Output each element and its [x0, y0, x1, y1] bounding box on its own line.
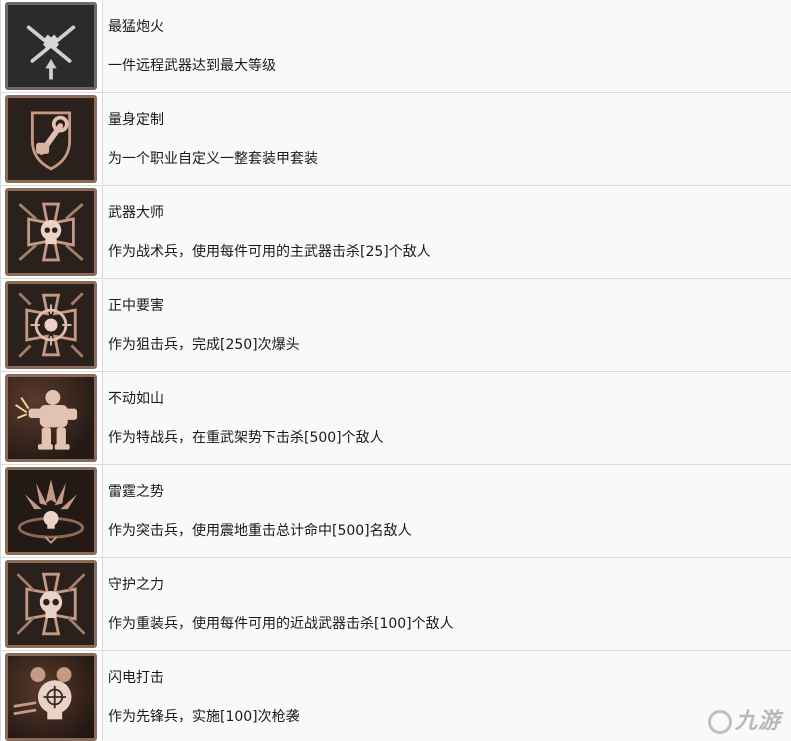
achievement-table: 最猛炮火 一件远程武器达到最大等级 量身定制 为一个职业自定义一整套装甲套装 武…	[0, 0, 791, 741]
achievement-title: 最猛炮火	[108, 19, 164, 35]
skull-cross-weapons-icon	[5, 188, 97, 276]
achievement-description: 为一个职业自定义一整套装甲套装	[108, 151, 318, 167]
wrench-shield-icon	[5, 95, 97, 183]
text-cell: 最猛炮火 一件远程武器达到最大等级	[108, 0, 791, 92]
achievement-description: 作为战术兵，使用每件可用的主武器击杀[25]个敌人	[108, 244, 431, 260]
crosshair-skull-icon	[5, 281, 97, 369]
icon-cell	[1, 465, 103, 557]
jiuyou-logo-icon	[707, 710, 732, 734]
achievement-description: 作为突击兵，使用震地重击总计命中[500]名敌人	[108, 523, 412, 539]
crossed-guns-icon	[5, 2, 97, 90]
skull-cross-melee-icon	[5, 560, 97, 648]
achievement-title: 正中要害	[108, 298, 164, 314]
achievement-title: 闪电打击	[108, 670, 164, 686]
text-cell: 量身定制 为一个职业自定义一整套装甲套装	[108, 93, 791, 185]
icon-cell	[1, 0, 103, 92]
skull-target-icon	[5, 653, 97, 741]
icon-cell	[1, 558, 103, 650]
achievement-title: 量身定制	[108, 112, 164, 128]
achievement-title: 武器大师	[108, 205, 164, 221]
achievement-row: 雷霆之势 作为突击兵，使用震地重击总计命中[500]名敌人	[1, 465, 791, 558]
achievement-title: 雷霆之势	[108, 484, 164, 500]
achievement-row: 正中要害 作为狙击兵，完成[250]次爆头	[1, 279, 791, 372]
icon-cell	[1, 651, 103, 741]
achievement-row: 守护之力 作为重装兵，使用每件可用的近战武器击杀[100]个敌人	[1, 558, 791, 651]
text-cell: 雷霆之势 作为突击兵，使用震地重击总计命中[500]名敌人	[108, 465, 791, 557]
achievement-row: 闪电打击 作为先锋兵，实施[100]次枪袭	[1, 651, 791, 741]
achievement-description: 作为先锋兵，实施[100]次枪袭	[108, 709, 300, 725]
icon-cell	[1, 186, 103, 278]
text-cell: 正中要害 作为狙击兵，完成[250]次爆头	[108, 279, 791, 371]
heavy-marine-icon	[5, 374, 97, 462]
achievement-row: 不动如山 作为特战兵，在重武架势下击杀[500]个敌人	[1, 372, 791, 465]
text-cell: 不动如山 作为特战兵，在重武架势下击杀[500]个敌人	[108, 372, 791, 464]
ground-slam-skull-icon	[5, 467, 97, 555]
text-cell: 闪电打击 作为先锋兵，实施[100]次枪袭	[108, 651, 791, 741]
achievement-row: 量身定制 为一个职业自定义一整套装甲套装	[1, 93, 791, 186]
achievement-description: 作为特战兵，在重武架势下击杀[500]个敌人	[108, 430, 384, 446]
watermark-logo: 九游	[707, 703, 781, 735]
achievement-description: 作为重装兵，使用每件可用的近战武器击杀[100]个敌人	[108, 616, 454, 632]
watermark-text: 九游	[734, 709, 781, 734]
achievement-description: 作为狙击兵，完成[250]次爆头	[108, 337, 300, 353]
text-cell: 守护之力 作为重装兵，使用每件可用的近战武器击杀[100]个敌人	[108, 558, 791, 650]
achievement-row: 最猛炮火 一件远程武器达到最大等级	[1, 0, 791, 93]
icon-cell	[1, 93, 103, 185]
achievement-title: 不动如山	[108, 391, 164, 407]
achievement-row: 武器大师 作为战术兵，使用每件可用的主武器击杀[25]个敌人	[1, 186, 791, 279]
icon-cell	[1, 372, 103, 464]
achievement-title: 守护之力	[108, 577, 164, 593]
achievement-description: 一件远程武器达到最大等级	[108, 58, 276, 74]
icon-cell	[1, 279, 103, 371]
text-cell: 武器大师 作为战术兵，使用每件可用的主武器击杀[25]个敌人	[108, 186, 791, 278]
